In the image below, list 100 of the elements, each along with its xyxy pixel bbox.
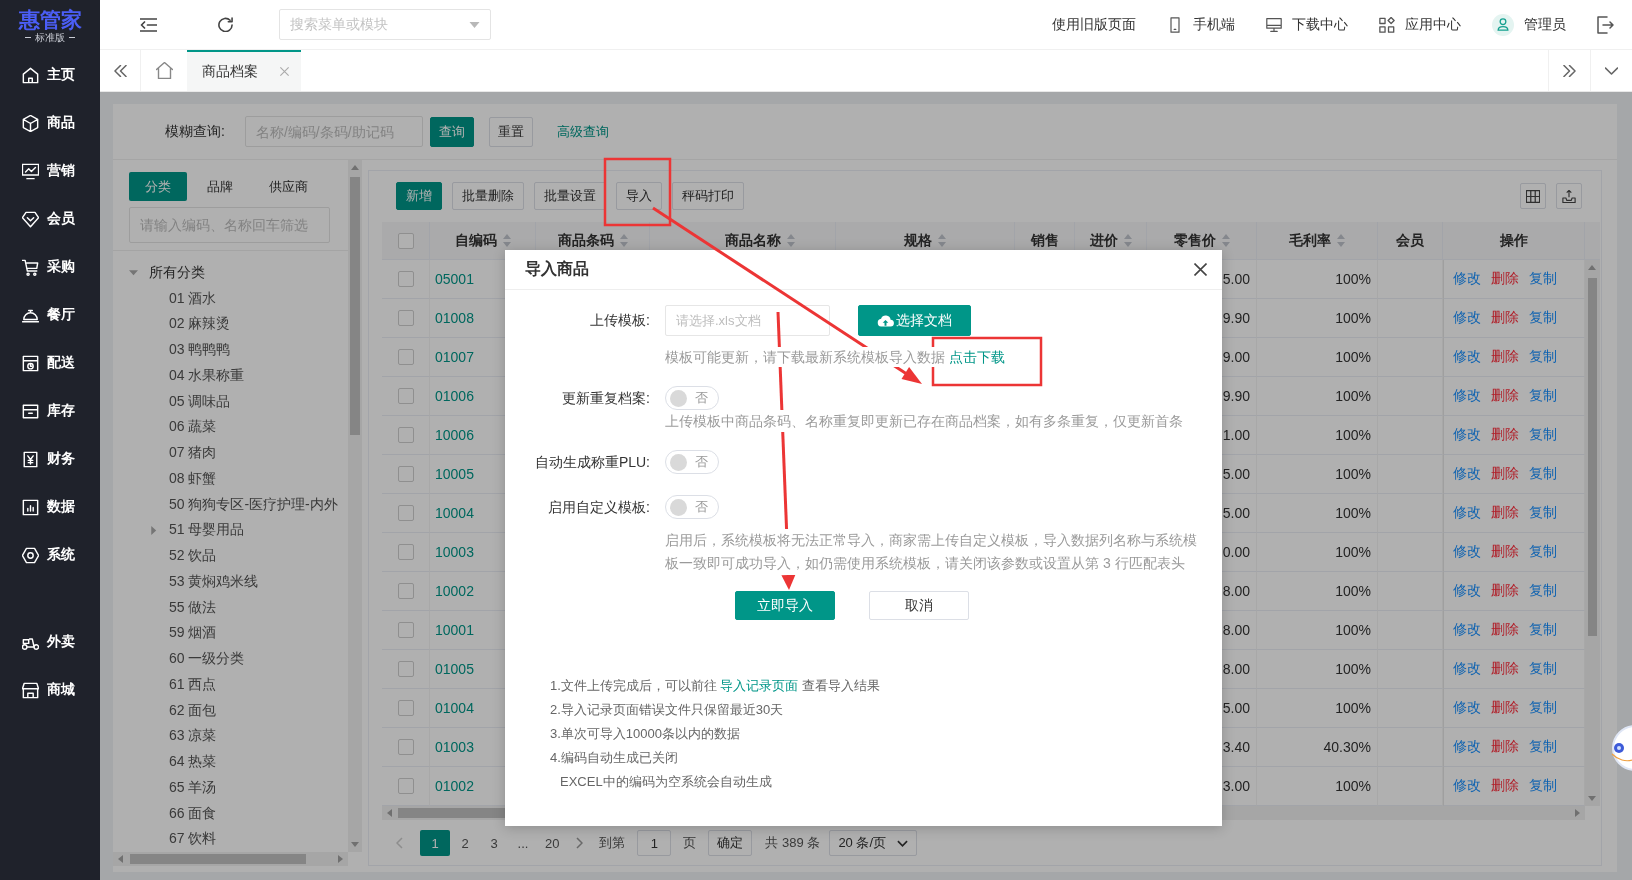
tree-item[interactable]: 55 做法 [113, 594, 348, 621]
page-number[interactable]: ... [509, 830, 537, 856]
nav-item[interactable]: 外卖 [0, 618, 100, 666]
delete-link[interactable]: 删除 [1491, 660, 1519, 678]
copy-link[interactable]: 复制 [1529, 387, 1557, 405]
scroll-left-icon[interactable] [118, 855, 123, 863]
tree-item[interactable]: 64 热菜 [113, 749, 348, 775]
copy-link[interactable]: 复制 [1529, 465, 1557, 483]
logout-icon[interactable] [1597, 15, 1614, 34]
old-version-link[interactable]: 使用旧版页面 [1052, 15, 1136, 34]
edit-link[interactable]: 修改 [1453, 738, 1481, 756]
copy-link[interactable]: 复制 [1529, 777, 1557, 795]
next-page-icon[interactable] [576, 837, 584, 849]
close-icon[interactable] [1194, 263, 1207, 276]
delete-link[interactable]: 删除 [1491, 504, 1519, 522]
sort-icon[interactable] [502, 234, 511, 247]
nav-item[interactable]: 系统 [0, 531, 100, 579]
copy-link[interactable]: 复制 [1529, 426, 1557, 444]
page-number[interactable]: 1 [420, 830, 450, 856]
row-checkbox[interactable] [397, 505, 414, 521]
page-tab[interactable]: 商品档案 [187, 50, 301, 91]
toggle-switch[interactable]: 否 [665, 495, 719, 519]
page-number[interactable]: 3 [480, 830, 508, 856]
delete-link[interactable]: 删除 [1491, 543, 1519, 561]
import-button[interactable]: 导入 [616, 182, 662, 210]
file-input[interactable]: 请选择.xls文档 [665, 305, 830, 336]
edit-link[interactable]: 修改 [1453, 465, 1481, 483]
row-checkbox[interactable] [397, 739, 414, 755]
header-link[interactable]: 下载中心 [1266, 15, 1348, 34]
nav-item[interactable]: 财务 [0, 435, 100, 483]
scrollbar-thumb[interactable] [350, 177, 360, 435]
copy-link[interactable]: 复制 [1529, 621, 1557, 639]
row-checkbox[interactable] [397, 349, 414, 365]
double-chevron-left-icon[interactable] [113, 64, 127, 77]
edit-link[interactable]: 修改 [1453, 543, 1481, 561]
copy-link[interactable]: 复制 [1529, 738, 1557, 756]
delete-link[interactable]: 删除 [1491, 582, 1519, 600]
caret-down-icon[interactable] [128, 268, 138, 278]
header-link[interactable]: 手机端 [1167, 15, 1235, 34]
edit-link[interactable]: 修改 [1453, 660, 1481, 678]
header-link[interactable]: 应用中心 [1379, 15, 1461, 34]
scroll-left-icon[interactable] [387, 809, 392, 817]
scroll-up-icon[interactable] [351, 165, 359, 170]
scroll-right-icon[interactable] [1575, 809, 1580, 817]
tree-item[interactable]: 63 凉菜 [113, 723, 348, 750]
user-menu[interactable]: 管理员 [1492, 13, 1566, 36]
category-tab[interactable]: 供应商 [253, 172, 324, 201]
category-tab[interactable]: 分类 [129, 172, 187, 201]
tree-item[interactable]: 60 一级分类 [113, 646, 348, 672]
copy-link[interactable]: 复制 [1529, 660, 1557, 678]
scroll-down-icon[interactable] [1588, 796, 1596, 801]
nav-item[interactable]: 库存 [0, 387, 100, 435]
nav-item[interactable]: 商品 [0, 99, 100, 147]
copy-link[interactable]: 复制 [1529, 348, 1557, 366]
import-now-button[interactable]: 立即导入 [735, 591, 835, 620]
row-checkbox[interactable] [397, 544, 414, 560]
add-button[interactable]: 新增 [396, 182, 442, 210]
prev-page-icon[interactable] [396, 837, 403, 849]
tree-item[interactable]: 50 狗狗专区-医疗护理-内外 [113, 491, 348, 518]
edit-link[interactable]: 修改 [1453, 699, 1481, 717]
confirm-button[interactable]: 确定 [708, 830, 753, 856]
nav-item[interactable]: 数据 [0, 483, 100, 531]
edit-link[interactable]: 修改 [1453, 309, 1481, 327]
refresh-icon[interactable] [218, 17, 233, 32]
edit-link[interactable]: 修改 [1453, 387, 1481, 405]
row-checkbox[interactable] [397, 466, 414, 482]
reset-button[interactable]: 重置 [488, 116, 533, 147]
delete-link[interactable]: 删除 [1491, 348, 1519, 366]
home-icon[interactable] [155, 62, 173, 79]
page-number[interactable]: 20 [538, 830, 567, 856]
edit-link[interactable]: 修改 [1453, 777, 1481, 795]
delete-link[interactable]: 删除 [1491, 738, 1519, 756]
scrollbar-thumb[interactable] [1588, 278, 1597, 636]
nav-item[interactable]: 主页 [0, 51, 100, 99]
tree-item[interactable]: 所有分类 [113, 260, 348, 286]
nav-item[interactable]: 配送 [0, 339, 100, 387]
import-records-link[interactable]: 导入记录页面 [720, 678, 799, 693]
row-checkbox[interactable] [397, 622, 414, 638]
tree-item[interactable]: 07 猪肉 [113, 440, 348, 466]
copy-link[interactable]: 复制 [1529, 504, 1557, 522]
page-number[interactable]: 2 [451, 830, 479, 856]
delete-link[interactable]: 删除 [1491, 426, 1519, 444]
tree-item[interactable]: 53 黄焖鸡米线 [113, 569, 348, 595]
category-tab[interactable]: 品牌 [191, 172, 249, 201]
scrollbar-thumb[interactable] [130, 854, 306, 864]
edit-link[interactable]: 修改 [1453, 582, 1481, 600]
sort-icon[interactable] [938, 234, 946, 247]
toggle-switch[interactable]: 否 [665, 450, 719, 474]
page-input[interactable]: 1 [637, 830, 672, 856]
scroll-right-icon[interactable] [338, 855, 343, 863]
chevron-down-icon[interactable] [1605, 64, 1618, 77]
delete-link[interactable]: 删除 [1491, 465, 1519, 483]
page-size-select[interactable]: 20 条/页 [829, 830, 918, 856]
menu-icon[interactable] [140, 17, 157, 32]
row-checkbox[interactable] [397, 700, 414, 716]
delete-link[interactable]: 删除 [1491, 621, 1519, 639]
tree-item[interactable]: 04 水果称重 [113, 363, 348, 389]
delete-link[interactable]: 删除 [1491, 387, 1519, 405]
sort-icon[interactable] [1337, 234, 1345, 247]
tree-item[interactable]: 01 酒水 [113, 285, 348, 312]
